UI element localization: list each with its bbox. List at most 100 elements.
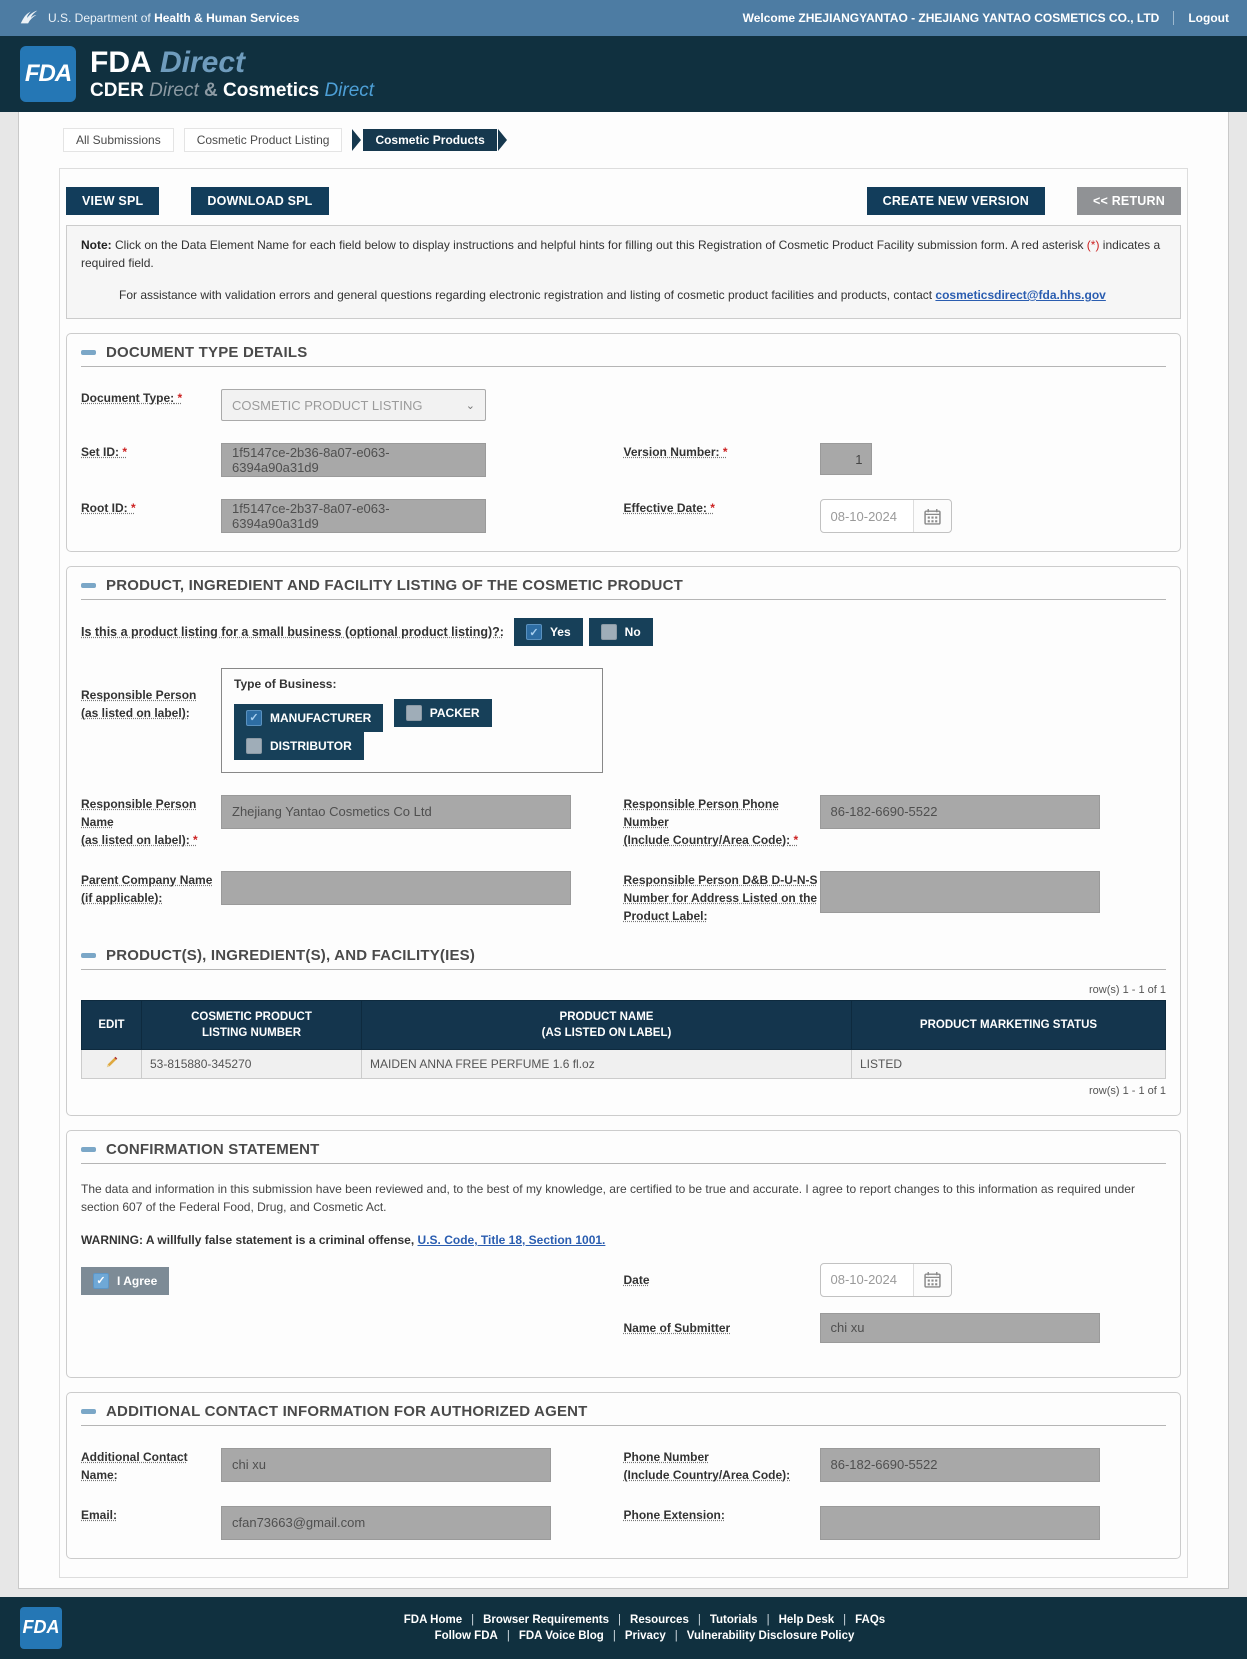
brand-header: FDA FDA Direct CDER Direct & Cosmetics D…	[0, 36, 1247, 112]
rows-count-top: row(s) 1 - 1 of 1	[81, 984, 1166, 996]
footer-link-vulnerability-disclosure[interactable]: Vulnerability Disclosure Policy	[666, 1630, 855, 1642]
document-type-label[interactable]: Document Type:	[81, 389, 221, 421]
breadcrumb-cosmetic-product-listing[interactable]: Cosmetic Product Listing	[184, 128, 343, 152]
manufacturer-checkbox[interactable]: ✓ MANUFACTURER	[234, 704, 383, 732]
return-button[interactable]: << RETURN	[1077, 187, 1181, 215]
edit-row-button[interactable]	[82, 1049, 142, 1078]
breadcrumb-arrow-icon	[498, 129, 507, 151]
welcome-text: Welcome ZHEJIANGYANTAO - ZHEJIANG YANTAO…	[743, 11, 1175, 25]
breadcrumb-all-submissions[interactable]: All Submissions	[63, 128, 174, 152]
toolbar: VIEW SPL DOWNLOAD SPL CREATE NEW VERSION…	[66, 183, 1181, 225]
responsible-person-phone-field[interactable]: 86-182-6690-5522	[820, 795, 1100, 829]
app-subtitle: CDER Direct & Cosmetics Direct	[90, 81, 374, 101]
type-of-business-label: Type of Business:	[234, 677, 590, 691]
additional-contact-name-field[interactable]: chi xu	[221, 1448, 551, 1482]
small-business-question-label[interactable]: Is this a product listing for a small bu…	[81, 625, 504, 639]
duns-number-label[interactable]: Responsible Person D&B D-U-N-S Number fo…	[624, 871, 820, 925]
small-business-yes-checkbox[interactable]: ✓ Yes	[514, 618, 583, 646]
responsible-person-label[interactable]: Responsible Person (as listed on label):	[81, 668, 221, 773]
effective-date-field[interactable]: 08-10-2024	[821, 509, 913, 524]
assistance-text: For assistance with validation errors an…	[81, 286, 1166, 304]
responsible-person-name-field[interactable]: Zhejiang Yantao Cosmetics Co Ltd	[221, 795, 571, 829]
additional-contact-name-label[interactable]: Additional Contact Name:	[81, 1448, 221, 1484]
footer-link-browser-requirements[interactable]: Browser Requirements	[462, 1614, 609, 1626]
small-business-no-checkbox[interactable]: No	[589, 618, 653, 646]
set-id-field[interactable]: 1f5147ce-2b36-8a07-e063-6394a90a31d9	[221, 443, 486, 477]
collapse-icon[interactable]	[81, 350, 96, 355]
hhs-eagle-icon	[18, 6, 40, 31]
logout-link[interactable]: Logout	[1174, 11, 1229, 25]
app-title: FDA Direct	[90, 47, 374, 79]
responsible-person-phone-label[interactable]: Responsible Person Phone Number (Include…	[624, 795, 820, 849]
responsible-person-name-label[interactable]: Responsible Person Name (as listed on la…	[81, 795, 221, 849]
section-additional-contact: ADDITIONAL CONTACT INFORMATION FOR AUTHO…	[66, 1392, 1181, 1559]
footer-link-resources[interactable]: Resources	[609, 1614, 689, 1626]
subsection-title: PRODUCT(S), INGREDIENT(S), AND FACILITY(…	[106, 947, 475, 964]
section-title: ADDITIONAL CONTACT INFORMATION FOR AUTHO…	[106, 1403, 588, 1420]
parent-company-label[interactable]: Parent Company Name (if applicable):	[81, 871, 221, 925]
products-table: EDIT COSMETIC PRODUCT LISTING NUMBER PROD…	[81, 1000, 1166, 1079]
view-spl-button[interactable]: VIEW SPL	[66, 187, 159, 215]
collapse-icon[interactable]	[81, 583, 96, 588]
footer-link-fda-home[interactable]: FDA Home	[404, 1614, 462, 1626]
footer-link-privacy[interactable]: Privacy	[604, 1630, 666, 1642]
hhs-utility-bar: U.S. Department of Health & Human Servic…	[0, 0, 1247, 36]
email-label[interactable]: Email:	[81, 1506, 221, 1540]
collapse-icon[interactable]	[81, 1147, 96, 1152]
root-id-field[interactable]: 1f5147ce-2b37-8a07-e063-6394a90a31d9	[221, 499, 486, 533]
listing-number-cell: 53-815880-345270	[142, 1049, 362, 1078]
phone-extension-field[interactable]	[820, 1506, 1100, 1540]
section-confirmation-statement: CONFIRMATION STATEMENT The data and info…	[66, 1130, 1181, 1378]
calendar-icon[interactable]	[913, 500, 951, 532]
phone-extension-label[interactable]: Phone Extension:	[624, 1506, 820, 1540]
packer-checkbox[interactable]: PACKER	[394, 699, 492, 727]
document-type-select[interactable]: COSMETIC PRODUCT LISTING ⌄	[221, 389, 486, 421]
confirmation-statement-text: The data and information in this submiss…	[81, 1180, 1166, 1217]
confirmation-date-field[interactable]: 08-10-2024	[821, 1272, 913, 1287]
footer-link-faqs[interactable]: FAQs	[834, 1614, 885, 1626]
warning-text: WARNING: A willfully false statement is …	[81, 1233, 1166, 1247]
calendar-icon[interactable]	[913, 1264, 951, 1296]
unchecked-checkbox-icon	[601, 624, 617, 640]
phone-number-label[interactable]: Phone Number (Include Country/Area Code)…	[624, 1448, 820, 1484]
version-number-label[interactable]: Version Number:	[624, 443, 820, 477]
create-new-version-button[interactable]: CREATE NEW VERSION	[867, 187, 1045, 215]
fda-logo: FDA	[20, 46, 76, 102]
submitter-name-label[interactable]: Name of Submitter	[624, 1319, 820, 1337]
email-field[interactable]: cfan73663@gmail.com	[221, 1506, 551, 1540]
download-spl-button[interactable]: DOWNLOAD SPL	[191, 187, 328, 215]
checked-checkbox-icon: ✓	[526, 624, 542, 640]
rows-count-bottom: row(s) 1 - 1 of 1	[81, 1085, 1166, 1097]
table-row: 53-815880-345270 MAIDEN ANNA FREE PERFUM…	[82, 1049, 1166, 1078]
footer-link-tutorials[interactable]: Tutorials	[689, 1614, 758, 1626]
set-id-label[interactable]: Set ID:	[81, 443, 221, 477]
breadcrumb-arrow-icon	[352, 129, 361, 151]
cosmeticsdirect-email-link[interactable]: cosmeticsdirect@fda.hhs.gov	[935, 288, 1105, 302]
phone-number-field[interactable]: 86-182-6690-5522	[820, 1448, 1100, 1482]
marketing-status-column-header: PRODUCT MARKETING STATUS	[852, 1000, 1166, 1049]
fda-footer-logo: FDA	[20, 1607, 62, 1649]
note-text: Note: Click on the Data Element Name for…	[81, 236, 1166, 272]
version-number-field[interactable]: 1	[820, 443, 872, 475]
date-label[interactable]: Date	[624, 1271, 820, 1289]
note-box: Note: Click on the Data Element Name for…	[66, 225, 1181, 319]
product-name-cell: MAIDEN ANNA FREE PERFUME 1.6 fl.oz	[362, 1049, 852, 1078]
duns-number-field[interactable]	[820, 871, 1100, 913]
distributor-checkbox[interactable]: DISTRIBUTOR	[234, 732, 364, 760]
type-of-business-box: Type of Business: ✓ MANUFACTURER PACKER …	[221, 668, 603, 773]
footer-link-help-desk[interactable]: Help Desk	[758, 1614, 835, 1626]
product-name-column-header: PRODUCT NAME (AS LISTED ON LABEL)	[362, 1000, 852, 1049]
collapse-icon[interactable]	[81, 1409, 96, 1414]
effective-date-label[interactable]: Effective Date:	[624, 499, 820, 533]
i-agree-checkbox[interactable]: ✓ I Agree	[81, 1267, 169, 1295]
checked-checkbox-icon: ✓	[93, 1273, 109, 1289]
us-code-link[interactable]: U.S. Code, Title 18, Section 1001.	[418, 1233, 606, 1247]
breadcrumb-cosmetic-products[interactable]: Cosmetic Products	[363, 129, 496, 151]
footer-link-follow-fda[interactable]: Follow FDA	[435, 1630, 498, 1642]
root-id-label[interactable]: Root ID:	[81, 499, 221, 533]
submitter-name-field[interactable]: chi xu	[820, 1313, 1100, 1343]
parent-company-field[interactable]	[221, 871, 571, 905]
chevron-down-icon: ⌄	[466, 399, 475, 412]
footer-link-fda-voice-blog[interactable]: FDA Voice Blog	[498, 1630, 604, 1642]
collapse-icon[interactable]	[81, 953, 96, 958]
